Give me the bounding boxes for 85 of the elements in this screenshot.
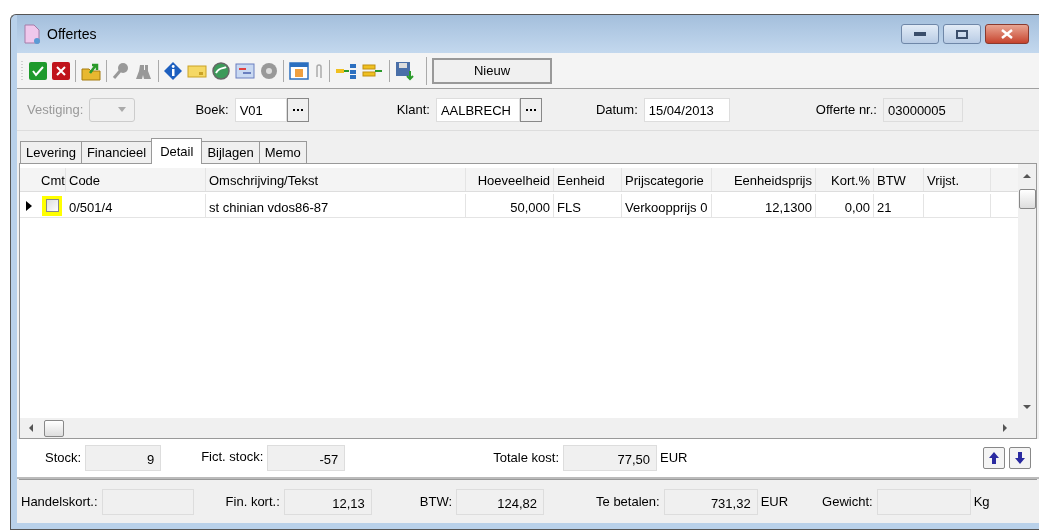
maximize-button[interactable]	[943, 24, 981, 44]
value-field: 77,50	[563, 445, 657, 471]
column-header[interactable]: Code	[66, 168, 206, 191]
table-cell: st chinian vdos86-87	[206, 194, 466, 217]
table-cell: 12,1300	[712, 194, 816, 217]
lookup-button[interactable]	[286, 97, 309, 122]
column-header[interactable]: Prijscategorie	[622, 168, 712, 191]
tab[interactable]: Bijlagen	[201, 141, 260, 163]
scroll-up-icon[interactable]	[1023, 173, 1031, 179]
checkbox[interactable]	[42, 195, 62, 216]
save-icon[interactable]	[395, 60, 415, 81]
field-label: Handelskort.:	[21, 492, 98, 511]
unit-label: EUR	[660, 449, 688, 468]
new-button[interactable]: Nieuw	[432, 57, 552, 84]
scroll-down-icon[interactable]	[1023, 404, 1031, 410]
column-header[interactable]: Kort.%	[816, 168, 874, 191]
arrow-up-icon	[989, 452, 999, 464]
disc-icon[interactable]	[260, 61, 278, 80]
field-label: Fin. kort.:	[225, 492, 280, 511]
column-header[interactable]: BTW	[874, 168, 924, 191]
input-field[interactable]: AALBRECH	[435, 97, 520, 122]
column-header[interactable]: Hoeveelheid	[466, 168, 554, 191]
scroll-thumb[interactable]	[1018, 189, 1036, 209]
column-header[interactable]: Cmt	[38, 168, 66, 191]
field-label: Boek:	[195, 100, 229, 119]
cancel-icon[interactable]	[52, 61, 70, 80]
column-header[interactable]: Omschrijving/Tekst	[206, 168, 466, 191]
move-down-button[interactable]	[1009, 447, 1031, 469]
close-button[interactable]	[985, 24, 1029, 44]
vertical-scrollbar[interactable]	[1018, 164, 1036, 418]
minimize-icon	[914, 32, 926, 36]
value-field: 124,82	[456, 488, 545, 515]
field-label: Fict. stock:	[201, 448, 264, 466]
table-cell: FLS	[554, 194, 622, 217]
scroll-right-icon[interactable]	[1002, 424, 1008, 432]
tab[interactable]: Detail	[151, 138, 203, 164]
scroll-thumb[interactable]	[44, 419, 64, 437]
column-header[interactable]: Eenheid	[554, 168, 622, 191]
move-up-button[interactable]	[983, 447, 1005, 469]
ellipsis-icon	[292, 108, 303, 111]
tab[interactable]: Memo	[258, 141, 307, 163]
document-icon	[23, 24, 41, 44]
search-icon[interactable]	[112, 61, 130, 80]
lookup-button[interactable]	[519, 97, 542, 122]
horizontal-scrollbar[interactable]	[20, 418, 1036, 438]
field-label: Vestiging:	[27, 100, 84, 119]
append-row-icon[interactable]	[362, 61, 384, 80]
input-field: 03000005	[882, 97, 963, 122]
value-field: 12,13	[283, 488, 372, 515]
table-cell: 21	[874, 194, 924, 217]
check-icon[interactable]	[29, 61, 47, 80]
minimize-button[interactable]	[901, 24, 939, 44]
value-field: 9	[85, 445, 162, 471]
table-cell: 50,000	[466, 194, 554, 217]
arrow-down-icon	[1015, 452, 1025, 464]
field-label: Klant:	[396, 100, 430, 119]
field-label: Stock:	[45, 449, 82, 468]
field-label: Totale kost:	[493, 449, 559, 468]
unit-label: Kg	[973, 492, 990, 511]
column-header[interactable]: Eenheidsprijs	[712, 168, 816, 191]
input-field[interactable]: V01	[234, 97, 287, 122]
unit-label: EUR	[760, 492, 789, 511]
input-field[interactable]: 15/04/2013	[643, 97, 730, 122]
table-cell: 0,00	[816, 194, 874, 217]
field-label: Te betalen:	[596, 492, 660, 511]
dropdown-arrow-icon	[118, 107, 127, 112]
field-label: Datum:	[595, 100, 638, 119]
window-icon[interactable]	[235, 62, 255, 79]
paperclip-icon[interactable]	[314, 61, 324, 80]
table-cell: 0/501/4	[66, 194, 206, 217]
value-field: 731,32	[663, 488, 758, 515]
close-icon	[1001, 29, 1013, 39]
window-title: Offertes	[47, 24, 97, 44]
value-field: -57	[267, 445, 346, 471]
field-label: BTW:	[419, 492, 453, 511]
maximize-icon	[956, 29, 968, 39]
ellipsis-icon	[525, 108, 536, 111]
field-label: Gewicht:	[822, 492, 873, 511]
info-icon[interactable]	[164, 61, 182, 80]
scroll-left-icon[interactable]	[28, 424, 34, 432]
tab[interactable]: Levering	[20, 141, 82, 163]
field-label: Offerte nr.:	[815, 100, 877, 119]
table-cell: Verkoopprijs 0	[622, 194, 712, 217]
column-header[interactable]: Vrijst.	[924, 168, 991, 191]
insert-row-icon[interactable]	[335, 61, 357, 80]
